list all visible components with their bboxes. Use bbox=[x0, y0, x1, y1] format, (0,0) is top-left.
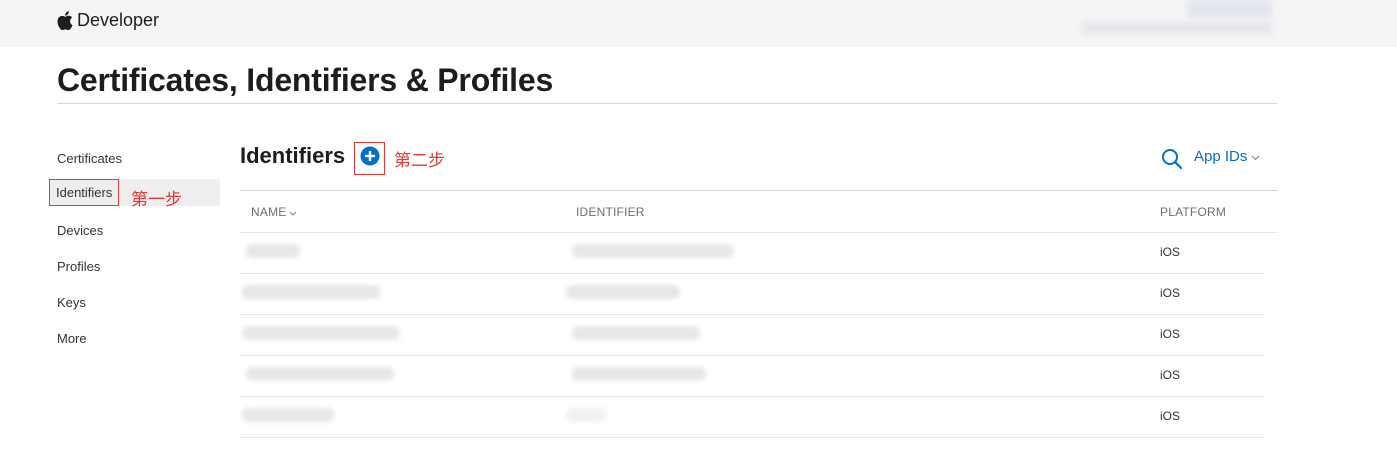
redacted-identifier bbox=[572, 367, 706, 381]
redacted-name bbox=[242, 285, 380, 299]
filter-label: App IDs bbox=[1194, 148, 1248, 165]
annotation-step-1: 第一步 bbox=[131, 190, 182, 209]
redacted-name bbox=[246, 244, 300, 258]
platform-cell: iOS bbox=[1160, 286, 1181, 300]
chevron-down-icon bbox=[289, 205, 297, 219]
sidebar-item-label: Profiles bbox=[57, 259, 101, 274]
column-header-label: NAME bbox=[251, 205, 287, 219]
platform-cell: iOS bbox=[1160, 327, 1181, 341]
table-row[interactable]: iOS bbox=[240, 397, 1265, 438]
table-row[interactable]: iOS bbox=[240, 274, 1265, 315]
column-header-name[interactable]: NAME bbox=[251, 205, 297, 219]
search-button[interactable] bbox=[1160, 147, 1184, 171]
sidebar-item-certificates[interactable]: Certificates bbox=[49, 144, 220, 180]
page-title: Certificates, Identifiers & Profiles bbox=[57, 62, 554, 98]
sidebar-item-label: Keys bbox=[57, 295, 86, 310]
apple-logo-icon bbox=[57, 11, 73, 30]
sidebar-item-profiles[interactable]: Profiles bbox=[49, 252, 220, 288]
sidebar-item-label: Certificates bbox=[57, 151, 123, 166]
section-title: Identifiers bbox=[240, 143, 346, 168]
sidebar-item-keys[interactable]: Keys bbox=[49, 288, 220, 324]
table-row[interactable]: iOS bbox=[240, 233, 1265, 274]
sidebar-item-label: Devices bbox=[57, 223, 104, 238]
table-row[interactable]: iOS bbox=[240, 356, 1265, 397]
redacted-identifier bbox=[572, 326, 700, 340]
type-filter-dropdown[interactable]: App IDs bbox=[1194, 148, 1260, 165]
table-row[interactable]: iOS bbox=[240, 315, 1265, 356]
global-nav: Developer bbox=[0, 0, 1397, 47]
column-header-platform: PLATFORM bbox=[1160, 205, 1227, 219]
search-icon bbox=[1160, 149, 1184, 175]
platform-cell: iOS bbox=[1160, 368, 1181, 382]
platform-cell: iOS bbox=[1160, 409, 1181, 423]
account-menu-redacted[interactable] bbox=[1082, 0, 1272, 40]
sidebar-item-label: More bbox=[57, 331, 87, 346]
sidebar-item-more[interactable]: More bbox=[49, 324, 220, 360]
redacted-identifier bbox=[572, 244, 734, 258]
sidebar: Certificates Identifiers Devices Profile… bbox=[49, 144, 220, 360]
redacted-identifier bbox=[566, 285, 680, 299]
redacted-name bbox=[242, 408, 334, 422]
redacted-name bbox=[246, 367, 394, 381]
platform-cell: iOS bbox=[1160, 245, 1181, 259]
column-header-identifier: IDENTIFIER bbox=[576, 205, 645, 219]
chevron-down-icon bbox=[1251, 148, 1260, 165]
plus-circle-icon bbox=[360, 146, 380, 171]
developer-home-link[interactable]: Developer bbox=[57, 10, 159, 31]
redacted-name bbox=[242, 326, 400, 340]
sidebar-item-devices[interactable]: Devices bbox=[49, 216, 220, 252]
title-divider bbox=[57, 103, 1277, 104]
table-header: NAME IDENTIFIER PLATFORM bbox=[240, 190, 1277, 233]
add-identifier-button[interactable] bbox=[354, 142, 385, 175]
identifiers-table: NAME IDENTIFIER PLATFORM iOS iOS iOS iOS… bbox=[240, 190, 1277, 438]
redacted-identifier bbox=[566, 408, 606, 422]
brand-label: Developer bbox=[77, 10, 160, 30]
sidebar-item-label: Identifiers bbox=[49, 179, 120, 206]
annotation-step-2: 第二步 bbox=[394, 151, 445, 170]
